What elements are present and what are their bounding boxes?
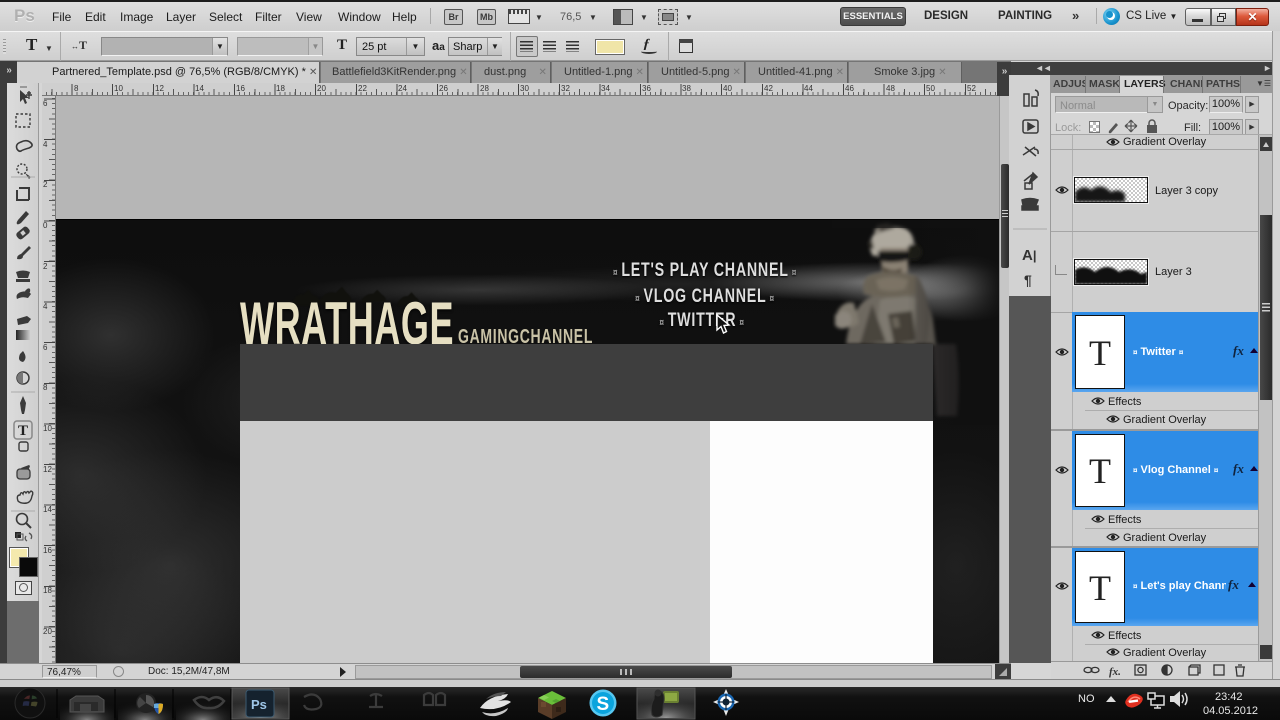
svg-text:¶: ¶: [1024, 272, 1032, 288]
svg-text:S: S: [597, 694, 610, 715]
svg-text:Ps: Ps: [251, 697, 267, 712]
svg-text:fx.: fx.: [1109, 666, 1121, 678]
svg-text:T: T: [18, 423, 28, 439]
svg-text:A|: A|: [1022, 247, 1036, 264]
